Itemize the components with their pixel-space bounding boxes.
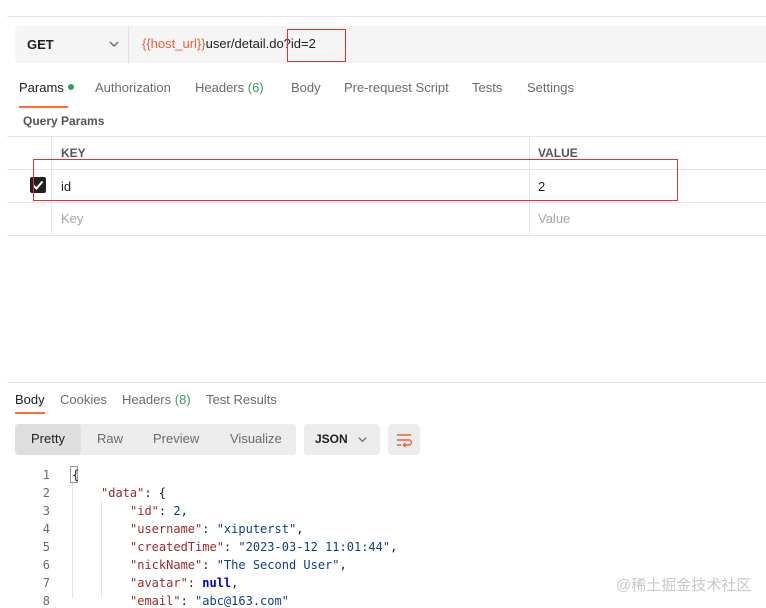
tab-headers[interactable]: Headers (6) (195, 80, 264, 95)
line-number: 7 (42, 576, 50, 590)
tab-authorization[interactable]: Authorization (95, 80, 171, 95)
url-variable: {{host_url}} (142, 36, 206, 51)
code-line: "id": 2, (130, 504, 188, 518)
view-mode-raw[interactable]: Raw (97, 431, 123, 446)
query-params-title: Query Params (23, 114, 105, 128)
view-mode-visualize[interactable]: Visualize (230, 431, 282, 446)
code-line: { (72, 468, 80, 482)
table-border-top (7, 136, 766, 137)
active-response-tab-underline (15, 412, 45, 414)
line-number: 6 (42, 558, 50, 572)
wrap-lines-button[interactable] (388, 424, 420, 455)
url-path: user/detail.do? (205, 36, 291, 51)
watermark: @稀土掘金技术社区 (616, 577, 752, 594)
table-divider (7, 202, 766, 203)
line-number: 8 (42, 594, 50, 608)
table-border-bottom (7, 235, 766, 236)
view-mode-preview[interactable]: Preview (153, 431, 199, 446)
code-line: "data": { (101, 486, 167, 500)
line-number: 4 (42, 522, 50, 536)
column-header-key: KEY (61, 146, 86, 160)
code-line: "username": "xiputerst", (130, 522, 304, 536)
new-param-value-input[interactable]: Value (538, 211, 570, 226)
tab-settings[interactable]: Settings (527, 80, 574, 95)
url-query-highlight (287, 29, 346, 62)
response-tab-body[interactable]: Body (15, 392, 45, 407)
code-line: "nickName": "The Second User", (130, 558, 347, 572)
line-number: 1 (42, 468, 50, 482)
wrap-lines-icon (397, 434, 413, 448)
chevron-down-icon (358, 437, 367, 443)
tab-pre-request-script[interactable]: Pre-request Script (344, 80, 449, 95)
response-tab-test-results[interactable]: Test Results (206, 392, 277, 407)
active-dot-icon (67, 84, 74, 90)
line-number: 5 (42, 540, 50, 554)
line-number: 2 (42, 486, 50, 500)
tab-tests[interactable]: Tests (472, 80, 502, 95)
response-tab-headers[interactable]: Headers (8) (122, 392, 191, 407)
response-separator (7, 382, 766, 383)
top-strip (7, 0, 766, 17)
view-mode-pretty[interactable]: Pretty (31, 431, 65, 446)
code-line: "email": "abc@163.com" (130, 594, 289, 608)
line-number: 3 (42, 504, 50, 518)
tab-params[interactable]: Params (19, 80, 74, 95)
method-label: GET (27, 37, 54, 52)
code-line: "createdTime": "2023-03-12 11:01:44", (130, 540, 398, 554)
param-row-highlight (33, 159, 678, 201)
chevron-down-icon (109, 41, 119, 47)
new-param-key-input[interactable]: Key (61, 211, 83, 226)
indent-guide (72, 483, 73, 598)
tab-body[interactable]: Body (291, 80, 321, 95)
column-header-value: VALUE (538, 146, 578, 160)
response-tab-cookies[interactable]: Cookies (60, 392, 107, 407)
active-tab-underline (19, 106, 68, 108)
indent-guide (101, 501, 102, 598)
headers-count: (6) (247, 80, 264, 95)
code-line: "avatar": null, (130, 576, 239, 590)
response-headers-count: (8) (174, 392, 191, 407)
format-label: JSON (315, 432, 348, 446)
